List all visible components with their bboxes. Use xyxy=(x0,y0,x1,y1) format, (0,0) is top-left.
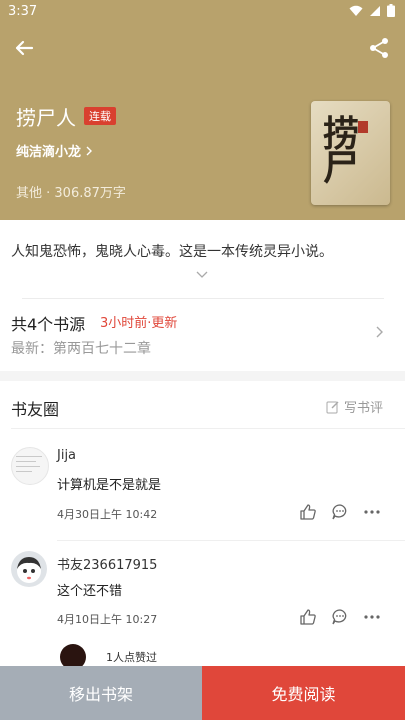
likes-count-text: 1人点赞过 xyxy=(106,651,157,664)
latest-chapter: 最新：第两百七十二章 xyxy=(11,341,151,357)
author-name: 纯洁滴小龙 xyxy=(16,145,82,160)
signal-icon xyxy=(370,5,380,16)
source-count: 共4个书源 xyxy=(11,315,86,334)
book-circle-title: 书友圈 xyxy=(11,400,60,419)
top-bar xyxy=(0,28,405,68)
battery-icon xyxy=(387,4,395,17)
comment-text: 计算机是不是就是 xyxy=(57,478,162,493)
free-read-button[interactable]: 免费阅读 xyxy=(202,666,405,720)
write-review-button[interactable]: 写书评 xyxy=(326,397,383,416)
source-update-time: 3小时前·更新 xyxy=(100,316,178,331)
comment-date: 4月30日上午 10:42 xyxy=(57,508,158,521)
edit-icon xyxy=(326,401,339,413)
divider xyxy=(11,428,405,429)
book-title: 捞尸人 xyxy=(16,106,76,130)
status-bar: 3:37 xyxy=(0,0,405,24)
more-icon[interactable] xyxy=(363,503,381,521)
section-gap xyxy=(0,371,405,381)
avatar[interactable] xyxy=(11,551,47,587)
chevron-right-icon xyxy=(86,146,93,155)
remove-from-shelf-button[interactable]: 移出书架 xyxy=(0,666,202,720)
comment-icon[interactable] xyxy=(331,608,349,626)
author-link[interactable]: 纯洁滴小龙 xyxy=(16,141,93,160)
book-description: 人知鬼恐怖，鬼晓人心毒。这是一本传统灵异小说。 xyxy=(11,244,333,260)
wifi-icon xyxy=(349,5,363,16)
cover-calligraphy-logo: 捞尸 xyxy=(323,113,360,189)
more-icon[interactable] xyxy=(363,608,381,626)
chevron-right-icon xyxy=(376,326,383,338)
like-icon[interactable] xyxy=(299,503,317,521)
serial-status-badge: 连载 xyxy=(84,107,116,125)
write-review-label: 写书评 xyxy=(343,401,383,416)
comment-text: 这个还不错 xyxy=(57,584,123,599)
commenter-name[interactable]: 书友236617915 xyxy=(57,554,157,573)
comment-date: 4月10日上午 10:27 xyxy=(57,613,158,626)
back-arrow-icon[interactable] xyxy=(10,34,38,62)
status-time: 3:37 xyxy=(8,4,38,19)
book-meta: 其他 · 306.87万字 xyxy=(16,186,126,201)
divider xyxy=(57,540,405,541)
share-icon[interactable] xyxy=(365,34,393,62)
cover-seal xyxy=(358,121,368,133)
commenter-name[interactable]: Jija xyxy=(57,448,76,463)
avatar[interactable] xyxy=(11,447,49,485)
like-icon[interactable] xyxy=(299,608,317,626)
book-cover[interactable]: 捞尸 xyxy=(311,101,390,205)
expand-chevron-icon[interactable] xyxy=(195,270,209,280)
divider xyxy=(22,298,384,299)
comment-icon[interactable] xyxy=(331,503,349,521)
